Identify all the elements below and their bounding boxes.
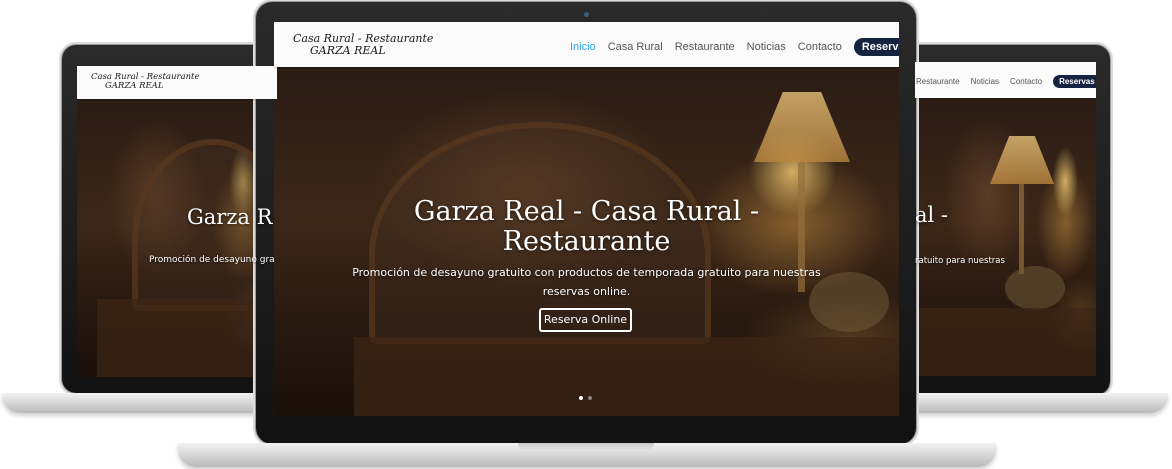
center-screen: Casa Rural - Restaurante GARZA REAL Inic… (274, 22, 899, 416)
reserva-online-button[interactable]: Reserva Online (539, 308, 632, 332)
slider-pagination (579, 396, 592, 400)
hero-subtitle: Promoción de desayuno gratuito con produ… (274, 263, 899, 301)
hero-subtitle-line2: reservas online. (542, 285, 631, 298)
right-screen: Restaurante Noticias Contacto Reservas a… (915, 62, 1096, 376)
nav-restaurante[interactable]: Restaurante (675, 41, 735, 53)
hero-slider: Garza Real - Casa Rural - Restaurante Pr… (274, 67, 899, 416)
hero-background-lamp (754, 92, 850, 162)
right-hero-title: al - (915, 203, 949, 227)
hero-title-line2: Restaurante (502, 226, 671, 257)
left-hero-subtitle: Promoción de desayuno gra (149, 255, 275, 265)
site-logo[interactable]: Casa Rural - Restaurante GARZA REAL (293, 33, 433, 56)
right-nav-contacto[interactable]: Contacto (1010, 77, 1042, 86)
slider-dot-2[interactable] (588, 396, 592, 400)
hero-subtitle-line1: Promoción de desayuno gratuito con produ… (352, 266, 821, 279)
left-site-header: Casa Rural - Restaurante GARZA REAL (77, 66, 277, 99)
left-logo[interactable]: Casa Rural - Restaurante GARZA REAL (91, 73, 200, 91)
webcam-icon (584, 12, 589, 17)
right-reservas-button[interactable]: Reservas (1053, 75, 1096, 88)
left-logo-line2: GARZA REAL (105, 80, 164, 91)
right-nav-restaurante[interactable]: Restaurante (916, 77, 960, 86)
right-nav-noticias[interactable]: Noticias (971, 77, 999, 86)
left-hero: Garza R Promoción de desayuno gra (77, 99, 277, 377)
nav-casa-rural[interactable]: Casa Rural (608, 41, 663, 53)
left-hero-title: Garza R (187, 205, 273, 229)
slider-dot-1[interactable] (579, 396, 583, 400)
hero-title: Garza Real - Casa Rural - Restaurante (274, 197, 899, 257)
main-nav: Inicio Casa Rural Restaurante Noticias C… (570, 38, 899, 56)
right-hero-subtitle: ratuito para nuestras (915, 256, 1005, 266)
right-hero: al - ratuito para nuestras (915, 98, 1096, 376)
nav-inicio[interactable]: Inicio (570, 41, 596, 53)
hero-title-line1: Garza Real - Casa Rural - (413, 196, 760, 227)
logo-line2: GARZA REAL (310, 43, 386, 57)
right-site-header: Restaurante Noticias Contacto Reservas (915, 62, 1096, 98)
reservas-button[interactable]: Reservas (853, 38, 899, 56)
site-header: Casa Rural - Restaurante GARZA REAL Inic… (274, 22, 899, 67)
nav-noticias[interactable]: Noticias (747, 41, 786, 53)
right-nav: Restaurante Noticias Contacto Reservas (916, 75, 1096, 88)
left-screen: Casa Rural - Restaurante GARZA REAL Garz… (77, 66, 277, 377)
nav-contacto[interactable]: Contacto (798, 41, 842, 53)
